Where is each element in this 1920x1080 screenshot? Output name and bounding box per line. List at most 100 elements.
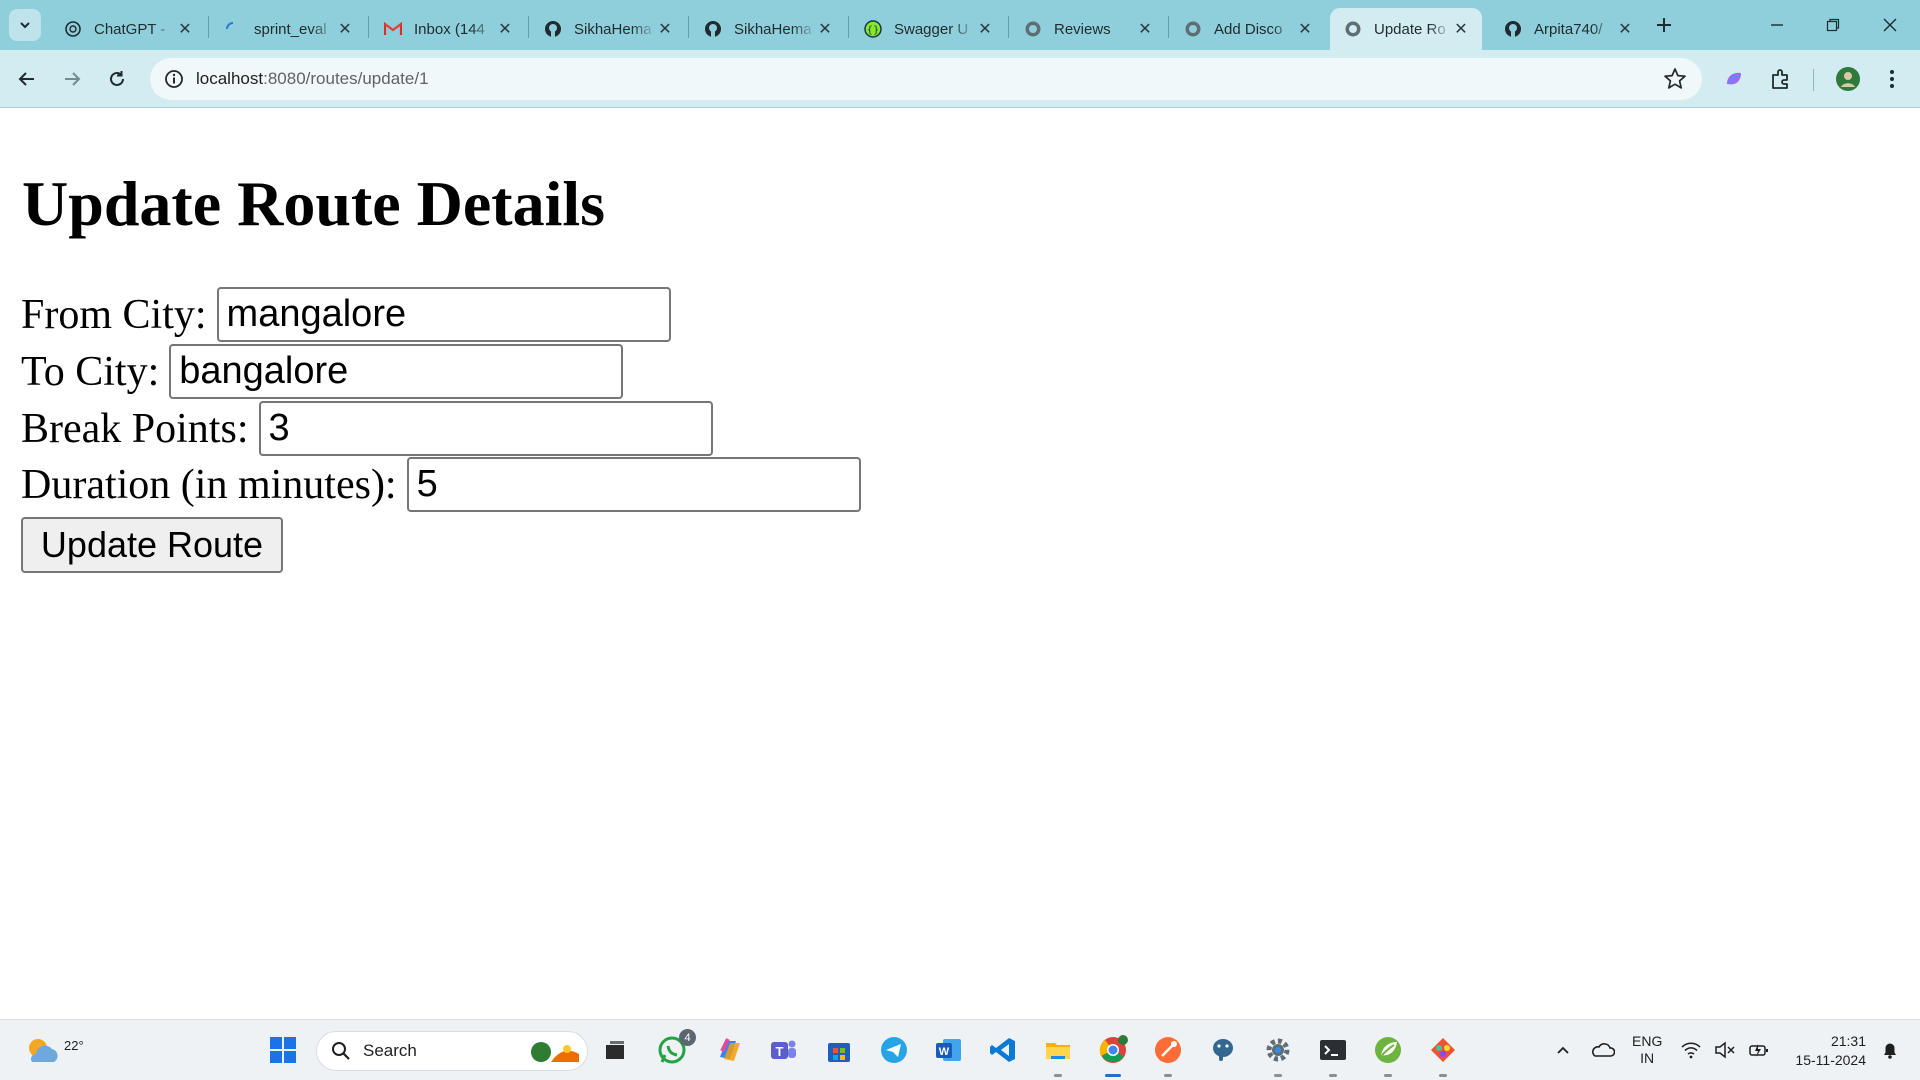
- from-city-input[interactable]: [216, 287, 671, 342]
- new-tab-button[interactable]: [1650, 11, 1678, 39]
- tab-title: Swagger U: [894, 20, 969, 38]
- extensions-icon[interactable]: [1765, 63, 1797, 95]
- onedrive-icon[interactable]: [1586, 1033, 1620, 1067]
- duration-input[interactable]: [406, 457, 861, 512]
- browser-tabstrip: ChatGPT - ✕ sprint_eval ✕ Inbox (144 ✕ S…: [0, 0, 1920, 50]
- show-hidden-icons-button[interactable]: [1546, 1033, 1580, 1067]
- reload-icon: [110, 71, 124, 86]
- system-clock[interactable]: 21:31 15-11-2024: [1786, 1032, 1866, 1070]
- taskbar-search[interactable]: Search: [316, 1031, 588, 1071]
- bell-icon: [1884, 1043, 1896, 1059]
- github-icon: [704, 20, 722, 38]
- tab-github-arpita[interactable]: Arpita740/ ✕: [1490, 8, 1646, 50]
- reload-button[interactable]: [100, 62, 134, 96]
- duration-row: Duration (in minutes):: [21, 457, 861, 512]
- word-icon[interactable]: W: [932, 1033, 966, 1067]
- running-indicator: [1054, 1074, 1062, 1077]
- globe-icon: [1344, 20, 1362, 38]
- tab-reviews[interactable]: Reviews ✕: [1010, 8, 1166, 50]
- break-points-input[interactable]: [258, 401, 713, 456]
- speaker-muted-icon: [1715, 1041, 1735, 1059]
- svg-text:{}: {}: [867, 25, 880, 36]
- spring-tool-suite-icon[interactable]: [1371, 1033, 1405, 1077]
- teams-icon[interactable]: T: [766, 1033, 800, 1067]
- vscode-icon[interactable]: [986, 1033, 1020, 1067]
- minimize-button[interactable]: [1759, 10, 1795, 40]
- close-tab-icon[interactable]: ✕: [656, 20, 674, 38]
- weather-widget[interactable]: 22°: [22, 1030, 84, 1070]
- tab-sprint-eval[interactable]: sprint_eval ✕: [210, 8, 366, 50]
- chrome-icon[interactable]: [1096, 1033, 1130, 1077]
- bookmark-star-icon[interactable]: [1662, 66, 1688, 92]
- back-button[interactable]: [10, 62, 44, 96]
- language-indicator[interactable]: ENG IN: [1632, 1033, 1662, 1067]
- postman-icon[interactable]: [1151, 1033, 1185, 1077]
- update-route-button[interactable]: Update Route: [21, 517, 283, 573]
- running-indicator: [1274, 1074, 1282, 1077]
- tab-github-sikhahema-2[interactable]: SikhaHema ✕: [690, 8, 846, 50]
- postgresql-icon[interactable]: [1206, 1033, 1240, 1067]
- close-tab-icon[interactable]: ✕: [1136, 20, 1154, 38]
- globe-icon: [1184, 20, 1202, 38]
- tab-title: Add Disco: [1214, 20, 1283, 38]
- windows-logo-icon: [270, 1037, 296, 1063]
- close-tab-icon[interactable]: ✕: [1296, 20, 1314, 38]
- close-tab-icon[interactable]: ✕: [496, 20, 514, 38]
- copilot-icon[interactable]: [712, 1033, 746, 1067]
- profile-avatar[interactable]: [1832, 63, 1864, 95]
- tab-search-button[interactable]: [9, 9, 41, 41]
- loading-icon: [224, 20, 242, 38]
- tab-title: Update Ro: [1374, 20, 1446, 38]
- page-content: Update Route Details From City: To City:…: [0, 109, 1920, 1019]
- close-tab-icon[interactable]: ✕: [176, 20, 194, 38]
- url-host: localhost: [196, 69, 264, 88]
- close-window-button[interactable]: [1872, 10, 1908, 40]
- telegram-icon[interactable]: [877, 1033, 911, 1067]
- clock-time: 21:31: [1830, 1033, 1866, 1049]
- whatsapp-badge: 4: [679, 1029, 696, 1046]
- tab-gmail-inbox[interactable]: Inbox (144 ✕: [370, 8, 526, 50]
- minimize-icon: [1771, 24, 1783, 26]
- close-tab-icon[interactable]: ✕: [976, 20, 994, 38]
- tab-title: ChatGPT -: [94, 20, 166, 38]
- close-tab-icon[interactable]: ✕: [816, 20, 834, 38]
- tab-update-route[interactable]: Update Ro ✕: [1330, 8, 1482, 50]
- git-kraken-icon[interactable]: [1426, 1033, 1460, 1077]
- close-tab-icon[interactable]: ✕: [336, 20, 354, 38]
- address-bar[interactable]: localhost:8080/routes/update/1: [150, 58, 1702, 100]
- search-highlight-icon: [531, 1042, 579, 1062]
- restore-button[interactable]: [1815, 10, 1851, 40]
- restore-icon: [1826, 18, 1840, 32]
- chevron-down-icon: [20, 22, 30, 29]
- whatsapp-icon[interactable]: 4: [656, 1029, 696, 1067]
- settings-icon[interactable]: [1261, 1033, 1295, 1077]
- site-info-icon[interactable]: [162, 67, 186, 91]
- language-code: ENG: [1632, 1033, 1663, 1049]
- arrow-right-icon: [65, 72, 81, 86]
- close-tab-icon[interactable]: ✕: [1616, 20, 1634, 38]
- file-explorer-icon[interactable]: [1041, 1033, 1075, 1077]
- browser-menu-icon[interactable]: [1876, 63, 1908, 95]
- tab-swagger[interactable]: {} Swagger U ✕: [850, 8, 1006, 50]
- to-city-input[interactable]: [169, 344, 624, 399]
- github-icon: [1504, 20, 1522, 38]
- task-view-icon[interactable]: [598, 1033, 632, 1067]
- windows-taskbar: 22° Search 4 T W ENG IN 21:31 15-11-2024: [0, 1019, 1920, 1080]
- close-tab-icon[interactable]: ✕: [1452, 20, 1470, 38]
- to-city-label: To City:: [21, 348, 160, 395]
- wifi-icon: [1681, 1042, 1701, 1059]
- notifications-icon[interactable]: [1873, 1033, 1907, 1067]
- forward-button[interactable]: [55, 62, 89, 96]
- terminal-icon[interactable]: [1316, 1033, 1350, 1077]
- copilot-extension-icon[interactable]: [1718, 63, 1750, 95]
- tab-title: Arpita740/: [1534, 20, 1603, 38]
- store-icon[interactable]: [822, 1033, 856, 1067]
- tab-github-sikhahema-1[interactable]: SikhaHema ✕: [530, 8, 686, 50]
- tab-chatgpt[interactable]: ChatGPT - ✕: [50, 8, 206, 50]
- from-city-label: From City:: [21, 291, 207, 338]
- quick-settings-button[interactable]: [1680, 1033, 1770, 1067]
- tab-title: Reviews: [1054, 20, 1111, 38]
- start-button[interactable]: [266, 1033, 300, 1067]
- tab-add-discount[interactable]: Add Disco ✕: [1170, 8, 1326, 50]
- battery-charging-icon: [1749, 1044, 1768, 1057]
